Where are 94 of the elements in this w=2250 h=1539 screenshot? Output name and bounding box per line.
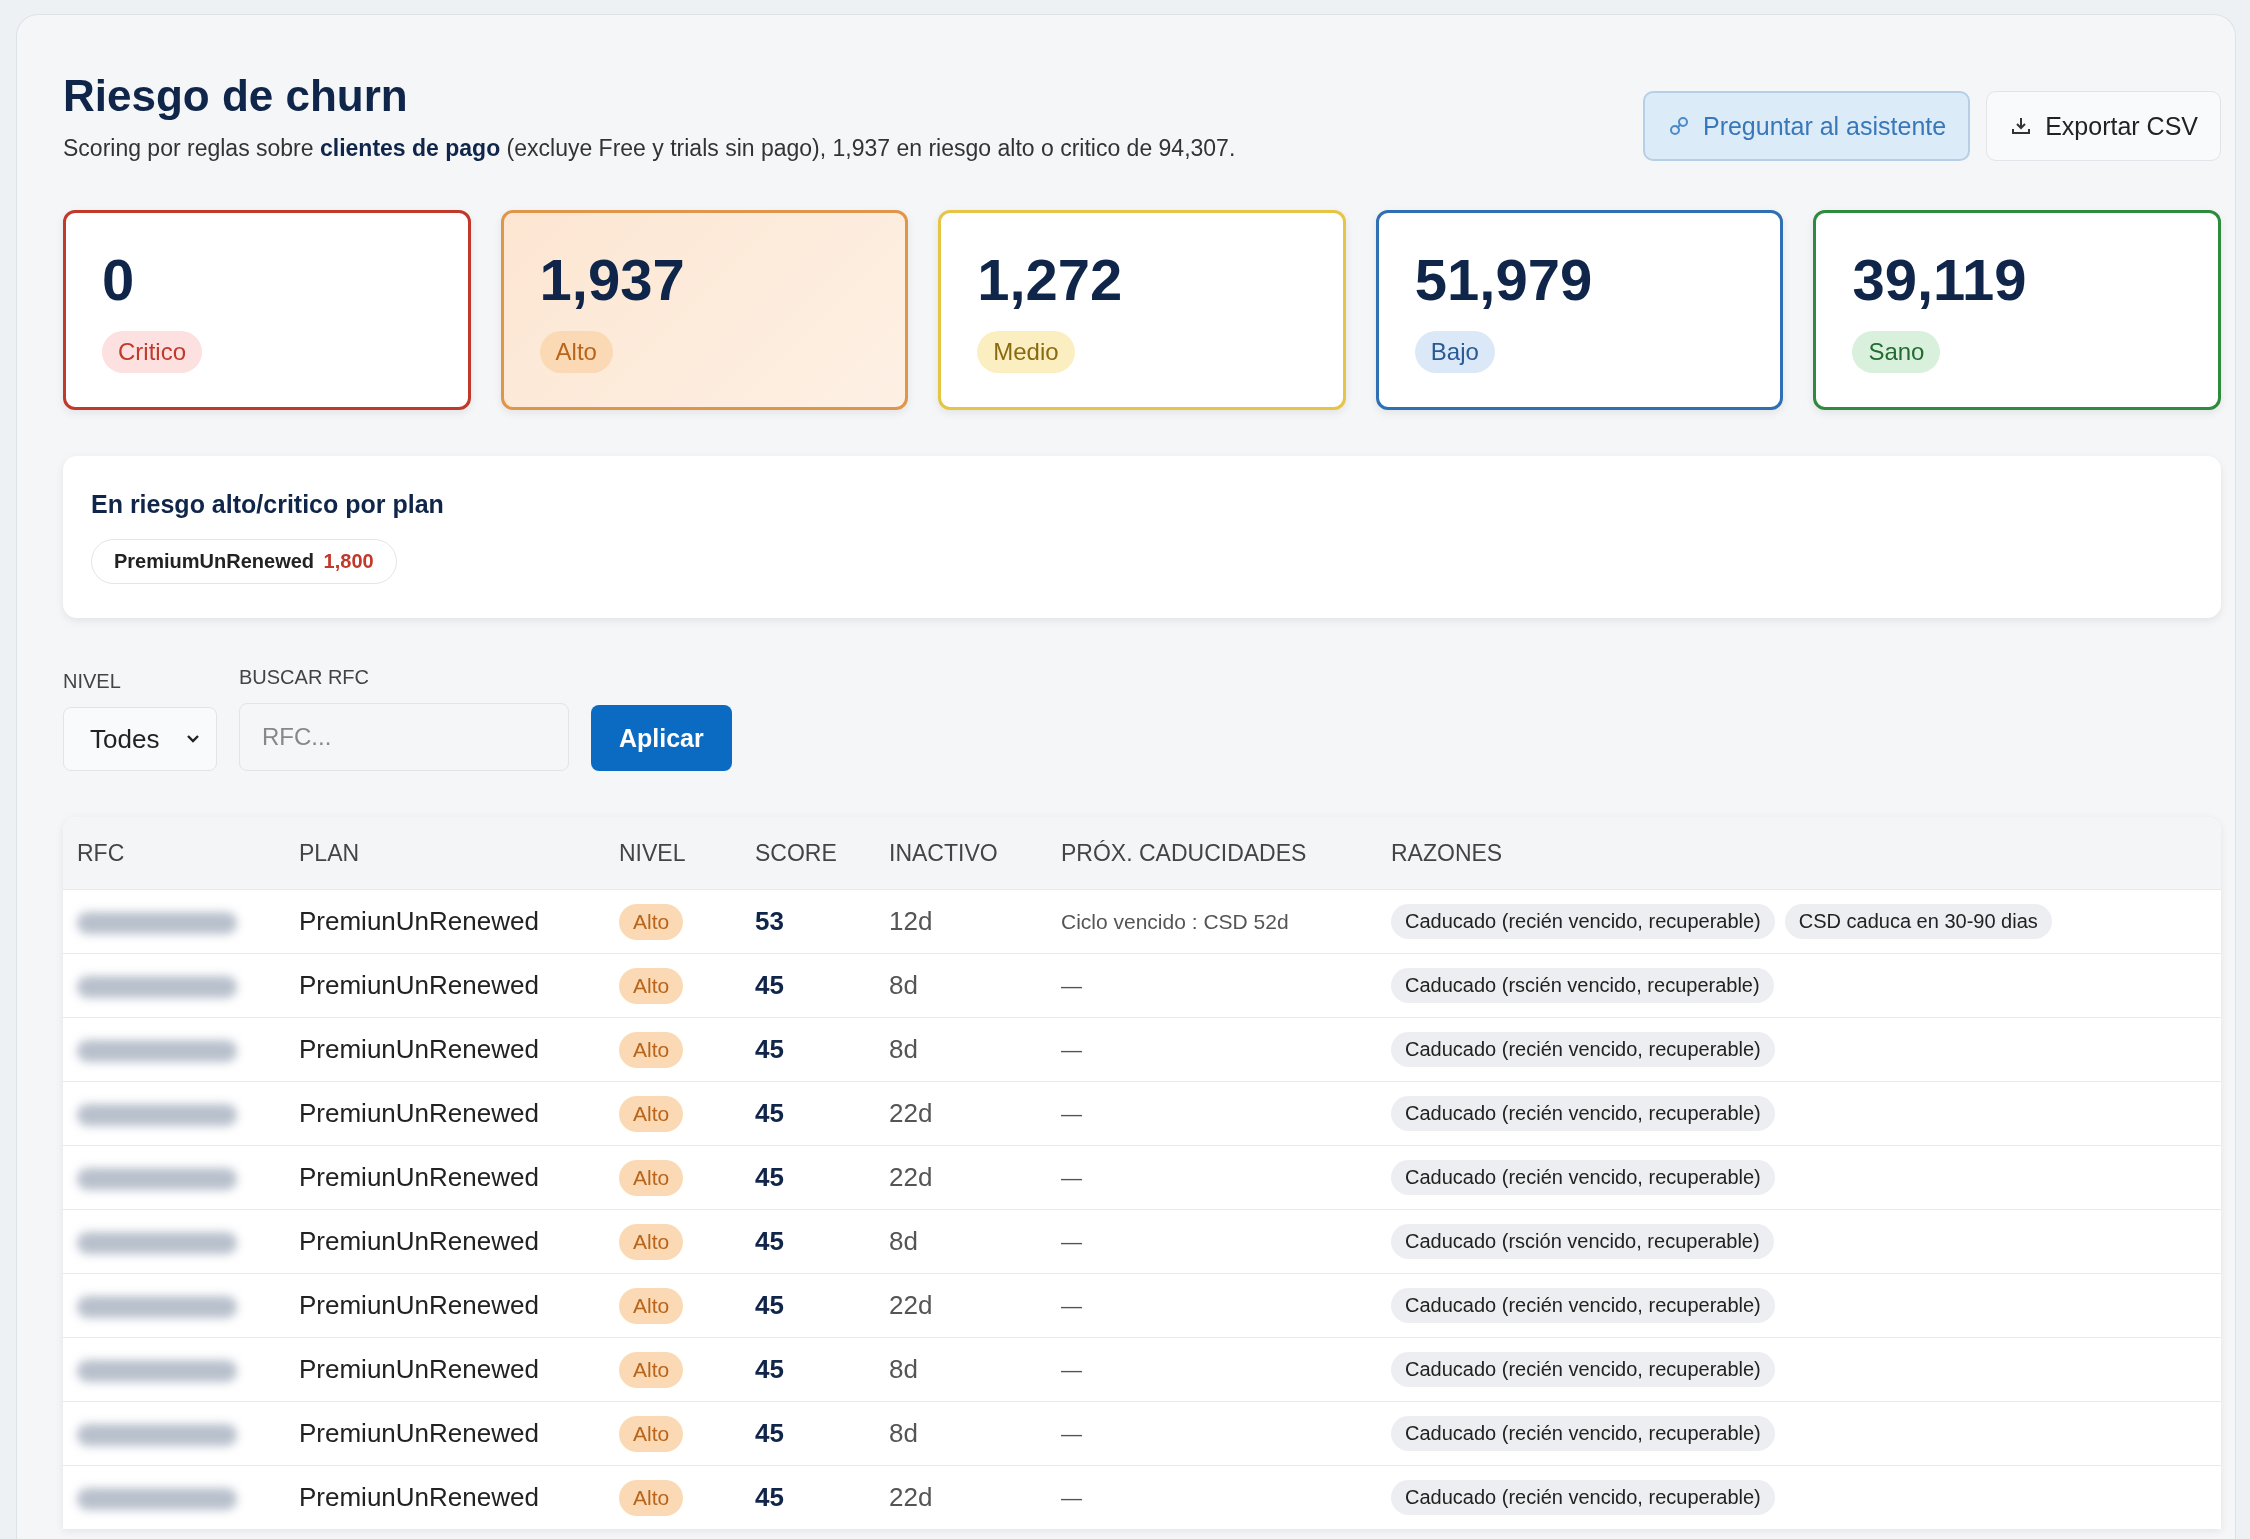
column-header: SCORE	[754, 839, 838, 867]
reason-tag: Caducado (recién vencido, recuperable)	[1391, 1160, 1775, 1195]
stat-value: 51,979	[1414, 251, 1593, 309]
table-cell-text: PremiunUnRenewed	[298, 906, 540, 937]
subtitle: Scoring por reglas sobre clientes de pago (excluye Free y trials sin pago), 1,937 en riesgo alto o critico de 94,307.	[63, 135, 1236, 162]
table-cell-text: 8d	[888, 1226, 919, 1257]
table-cell-text: 45	[754, 1418, 785, 1449]
export-csv-button[interactable]: Exportar CSV	[1986, 91, 2221, 161]
table-cell-text: 45	[754, 1226, 785, 1257]
column-header: PLAN	[298, 839, 361, 867]
table-cell-text: 45	[754, 1034, 785, 1065]
table-cell-text: 45	[754, 970, 785, 1001]
reason-tag: Caducado (recién vencido, recuperable)	[1391, 1416, 1775, 1451]
table-cell-text: PremiunUnRenewed	[298, 1226, 540, 1257]
table-cell-text: —	[1060, 1293, 1083, 1318]
ask-assistant-button[interactable]: Preguntar al asistente	[1642, 91, 1971, 161]
table-cell-text: 45	[754, 1290, 785, 1321]
column-header: INACTIVO	[888, 839, 999, 867]
stat-card[interactable]: 39,119 Sano	[1813, 210, 2221, 410]
table-cell-text: 53	[754, 906, 785, 937]
reason-tag: Caducado (recién vencido, recuperable)	[1391, 1096, 1775, 1131]
table-cell-text: 8d	[888, 1034, 919, 1065]
stat-value: 1,937	[539, 251, 685, 309]
level-badge: Medio	[977, 331, 1075, 373]
level-badge: Alto	[619, 1351, 684, 1388]
table-cell-text: PremiunUnRenewed	[298, 1482, 540, 1513]
stat-card[interactable]: 1,937 Alto	[500, 210, 909, 410]
level-badge: Alto	[619, 1159, 684, 1196]
section-title: En riesgo alto/critico por plan	[91, 490, 445, 519]
level-badge: Alto	[539, 331, 613, 373]
table-cell-text: 45	[754, 1354, 785, 1385]
table-cell-text: 12d	[888, 906, 934, 937]
chevron-icon	[186, 734, 200, 744]
column-header: RFC	[76, 839, 126, 867]
reason-tag: Caducado (recién vencido, recuperable)	[1391, 1480, 1775, 1515]
table-cell-text: PremiunUnRenewed	[298, 1034, 540, 1065]
level-badge: Alto	[619, 967, 684, 1004]
table-cell-text: 8d	[888, 1418, 919, 1449]
table-cell-text: 45	[754, 1482, 785, 1513]
table-cell-text: 22d	[888, 1098, 934, 1129]
stat-value: 0	[102, 251, 135, 309]
apply-button[interactable]: Aplicar	[591, 705, 732, 771]
table-cell-text: —	[1060, 1037, 1083, 1062]
table-cell-text: —	[1060, 973, 1083, 998]
table-cell-text: 8d	[888, 1354, 919, 1385]
level-select[interactable]: Todes	[63, 707, 217, 771]
table-cell-text: Ciclo vencido : CSD 52d	[1060, 909, 1290, 934]
level-badge: Alto	[619, 1287, 684, 1324]
table-cell-text: 45	[754, 1098, 785, 1129]
table-cell-text: —	[1060, 1485, 1083, 1510]
field-label: BUSCAR RFC	[239, 666, 370, 689]
stat-card[interactable]: 0 Critico	[63, 210, 471, 410]
reason-tag: Caducado (recién vencido, recuperable)	[1391, 1352, 1775, 1387]
level-badge: Alto	[619, 1095, 684, 1132]
level-badge: Bajo	[1414, 331, 1495, 373]
stat-card[interactable]: 1,272 Medio	[938, 210, 1346, 410]
table-cell-text: —	[1060, 1421, 1083, 1446]
level-badge: Alto	[619, 903, 684, 940]
table-cell-text: —	[1060, 1229, 1083, 1254]
table-cell-text: 8d	[888, 970, 919, 1001]
level-badge: Alto	[619, 1415, 684, 1452]
table-cell-text: PremiunUnRenewed	[298, 1354, 540, 1385]
table-cell-text: 22d	[888, 1162, 934, 1193]
reason-tag: Caducado (recién vencido, recuperable)	[1391, 904, 1775, 939]
table-cell-text: 45	[754, 1162, 785, 1193]
reason-tag: Caducado (recién vencido, recuperable)	[1391, 1032, 1775, 1067]
table-cell-text: PremiunUnRenewed	[298, 1098, 540, 1129]
table-cell-text: —	[1060, 1101, 1083, 1126]
column-header: RAZONES	[1390, 839, 1504, 867]
field-label: NIVEL	[63, 670, 122, 693]
level-badge: Alto	[619, 1031, 684, 1068]
table-cell-text: PremiunUnRenewed	[298, 1418, 540, 1449]
column-header: NIVEL	[618, 839, 687, 867]
table-cell-text: 22d	[888, 1482, 934, 1513]
level-badge: Alto	[619, 1223, 684, 1260]
table-cell-text: —	[1060, 1357, 1083, 1382]
stat-value: 1,272	[977, 251, 1123, 309]
reason-tag: Caducado (rsción vencido, recuperable)	[1391, 1224, 1774, 1259]
table-cell-text: PremiunUnRenewed	[298, 1290, 540, 1321]
stat-card[interactable]: 51,979 Bajo	[1375, 210, 1784, 410]
level-badge: Sano	[1852, 331, 1941, 373]
table-cell-text: PremiunUnRenewed	[298, 1162, 540, 1193]
table-cell-text: —	[1060, 1165, 1083, 1190]
column-header: PRÓX. CADUCIDADES	[1060, 839, 1308, 867]
table-cell-text: 22d	[888, 1290, 934, 1321]
reason-tag: Caducado (recién vencido, recuperable)	[1391, 1288, 1775, 1323]
level-badge: Alto	[619, 1479, 684, 1516]
stat-value: 39,119	[1852, 251, 2027, 309]
table-cell-text: PremiunUnRenewed	[298, 970, 540, 1001]
search-field[interactable]: RFC...	[239, 703, 569, 771]
reason-tag: CSD caduca en 30-90 dias	[1784, 904, 2052, 939]
reason-tag: Caducado (rscién vencido, recuperable)	[1391, 968, 1774, 1003]
page-title: Riesgo de churn	[63, 71, 409, 121]
level-badge: Critico	[102, 331, 202, 373]
